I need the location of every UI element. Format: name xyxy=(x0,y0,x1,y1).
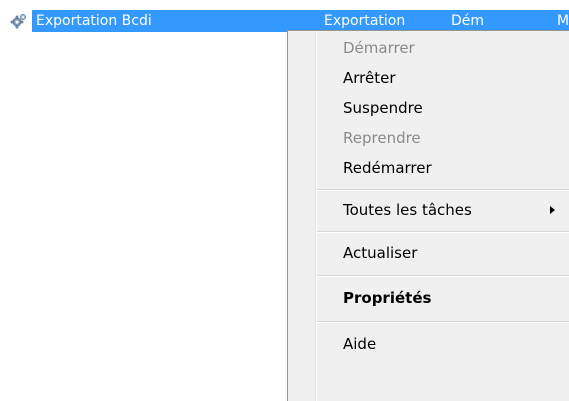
service-name: Exportation Bcdi xyxy=(36,13,152,29)
menu-item-label: Démarrer xyxy=(343,39,415,57)
menu-item-all-tasks[interactable]: Toutes les tâches xyxy=(288,195,569,225)
service-description: Exportation xyxy=(324,13,406,29)
services-window: Exportation Bcdi Exportation Dém M Démar… xyxy=(0,0,569,401)
context-menu: Démarrer Arrêter Suspendre Reprendre Red… xyxy=(287,30,569,401)
service-row-highlight[interactable]: Exportation Bcdi Exportation Dém M xyxy=(32,10,569,32)
menu-separator xyxy=(317,189,569,191)
menu-item-resume: Reprendre xyxy=(288,123,569,153)
service-status: Dém xyxy=(451,13,485,29)
menu-item-restart[interactable]: Redémarrer xyxy=(288,153,569,183)
menu-item-label: Aide xyxy=(343,335,377,353)
menu-item-start: Démarrer xyxy=(288,33,569,63)
menu-item-label: Suspendre xyxy=(343,99,423,117)
menu-item-label: Propriétés xyxy=(343,289,432,307)
menu-item-properties[interactable]: Propriétés xyxy=(288,283,569,313)
service-next-column: M xyxy=(557,13,569,29)
menu-item-help[interactable]: Aide xyxy=(288,329,569,359)
menu-item-stop[interactable]: Arrêter xyxy=(288,63,569,93)
menu-item-label: Toutes les tâches xyxy=(343,201,472,219)
menu-item-label: Actualiser xyxy=(343,244,418,262)
chevron-right-icon xyxy=(550,206,555,214)
menu-separator xyxy=(317,275,569,277)
service-row-selected[interactable]: Exportation Bcdi Exportation Dém M xyxy=(0,10,569,32)
menu-item-label: Arrêter xyxy=(343,69,396,87)
menu-item-label: Reprendre xyxy=(343,129,421,147)
menu-item-pause[interactable]: Suspendre xyxy=(288,93,569,123)
menu-separator xyxy=(317,231,569,233)
menu-item-refresh[interactable]: Actualiser xyxy=(288,238,569,268)
gear-icon xyxy=(10,12,28,30)
menu-separator xyxy=(317,321,569,323)
menu-item-label: Redémarrer xyxy=(343,159,432,177)
